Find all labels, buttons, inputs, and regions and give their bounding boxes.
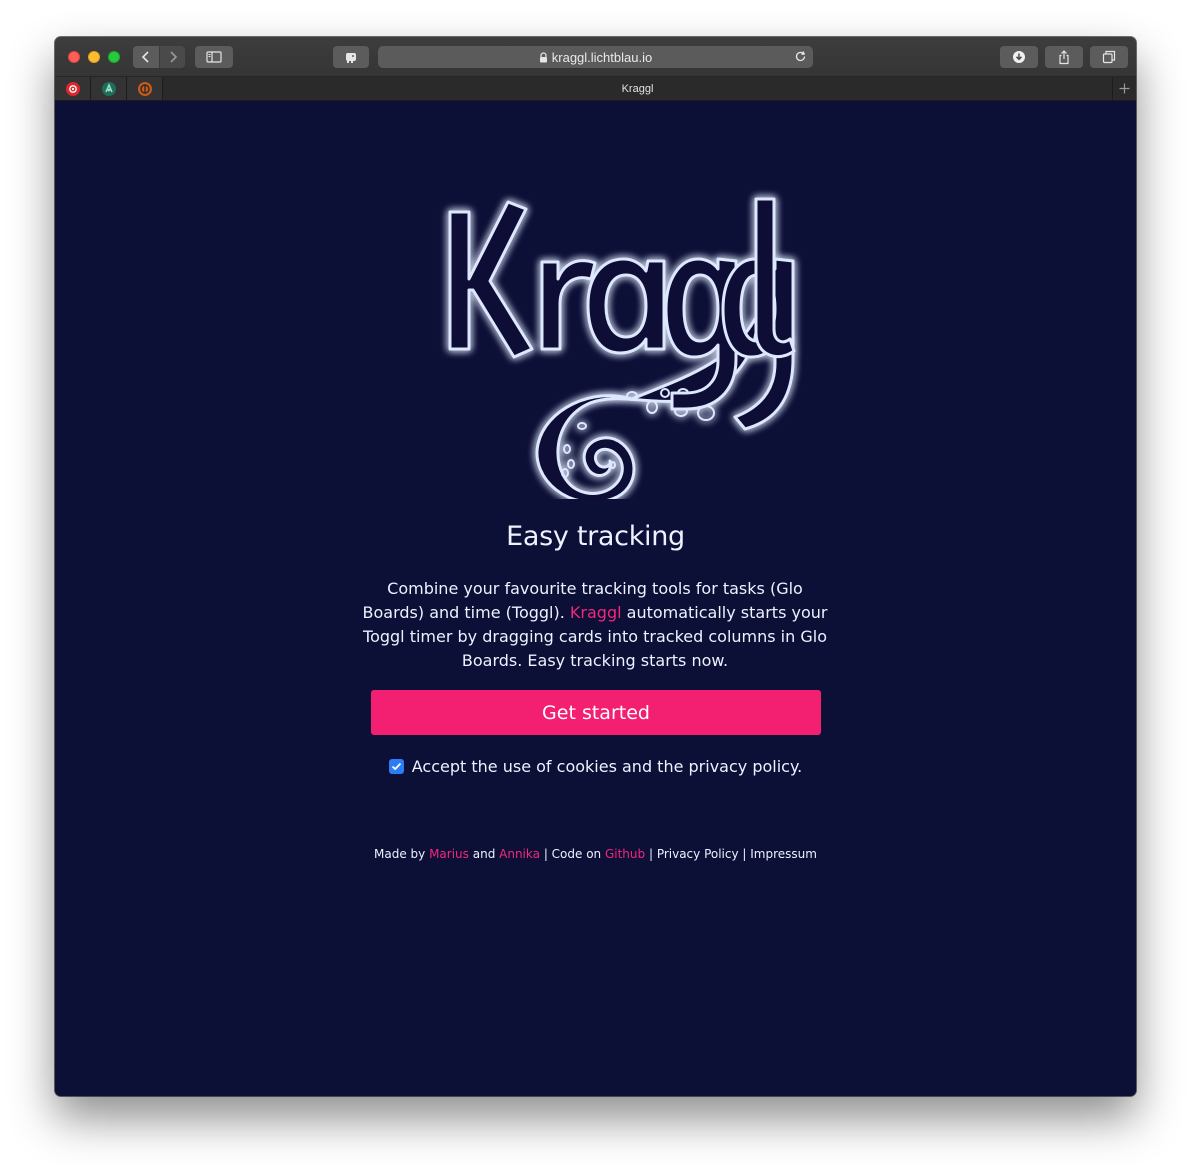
close-window-button[interactable] <box>68 51 80 63</box>
author-marius-link[interactable]: Marius <box>429 847 469 861</box>
impressum-link[interactable]: Impressum <box>750 847 817 861</box>
page-headline: Easy tracking <box>506 521 685 552</box>
chevron-left-icon <box>141 51 149 63</box>
tab-title: Kraggl <box>621 82 654 95</box>
cookie-consent[interactable]: Accept the use of cookies and the privac… <box>55 757 1136 776</box>
page-content: Easy tracking Combine your favourite tra… <box>55 101 1136 1096</box>
consent-label: Accept the use of cookies and the privac… <box>411 757 803 776</box>
back-button[interactable] <box>133 46 159 68</box>
footer-separator: | <box>738 847 751 861</box>
chevron-right-icon <box>169 51 177 63</box>
sidebar-toggle-button[interactable] <box>195 46 233 68</box>
checkmark-icon <box>391 762 401 771</box>
url-text: kraggl.lichtblau.io <box>551 49 653 65</box>
pinned-tab-1[interactable] <box>55 77 91 100</box>
pinned-tab-3[interactable] <box>127 77 163 100</box>
plus-icon <box>1119 83 1130 94</box>
sidebar-icon <box>206 51 222 63</box>
tab-bar: Kraggl <box>55 77 1136 101</box>
kraggl-link[interactable]: Kraggl <box>570 603 622 622</box>
orange-app-icon <box>137 81 152 96</box>
download-icon <box>1013 51 1025 63</box>
github-link[interactable]: Github <box>605 847 645 861</box>
footer-separator: | <box>645 847 657 861</box>
tab-kraggl[interactable]: Kraggl <box>164 77 1111 100</box>
tabs-icon <box>1102 50 1116 64</box>
elephant-icon <box>345 53 356 63</box>
privacy-policy-link[interactable]: Privacy Policy <box>657 847 739 861</box>
footer: Made by Marius and Annika | Code on Gith… <box>55 847 1136 861</box>
author-annika-link[interactable]: Annika <box>499 847 540 861</box>
tab-overview-button[interactable] <box>1090 46 1128 68</box>
forward-button[interactable] <box>159 46 185 68</box>
consent-checkbox[interactable] <box>388 759 404 774</box>
browser-window: kraggl.lichtblau.io Kraggl Easy tracking… <box>55 37 1136 1096</box>
footer-and: and <box>468 847 500 861</box>
minimize-window-button[interactable] <box>88 51 100 63</box>
footer-separator: | Code on <box>540 847 605 861</box>
pinned-tab-2[interactable] <box>91 77 127 100</box>
red-app-icon <box>65 81 80 96</box>
lock-icon <box>539 51 548 63</box>
share-icon <box>1059 49 1069 64</box>
page-description: Combine your favourite tracking tools fo… <box>360 577 830 673</box>
new-tab-button[interactable] <box>1112 77 1136 100</box>
footer-made-by: Made by <box>374 847 430 861</box>
kraggl-logo <box>448 197 796 499</box>
navigation-buttons <box>133 46 185 68</box>
green-app-icon <box>101 81 116 96</box>
reload-icon[interactable] <box>794 50 807 63</box>
get-started-button[interactable]: Get started <box>371 690 821 735</box>
downloads-button[interactable] <box>1000 46 1038 68</box>
browser-toolbar: kraggl.lichtblau.io <box>55 37 1136 77</box>
share-button[interactable] <box>1045 46 1083 68</box>
address-bar[interactable]: kraggl.lichtblau.io <box>378 46 813 68</box>
extension-button[interactable] <box>333 46 369 68</box>
maximize-window-button[interactable] <box>108 51 120 63</box>
